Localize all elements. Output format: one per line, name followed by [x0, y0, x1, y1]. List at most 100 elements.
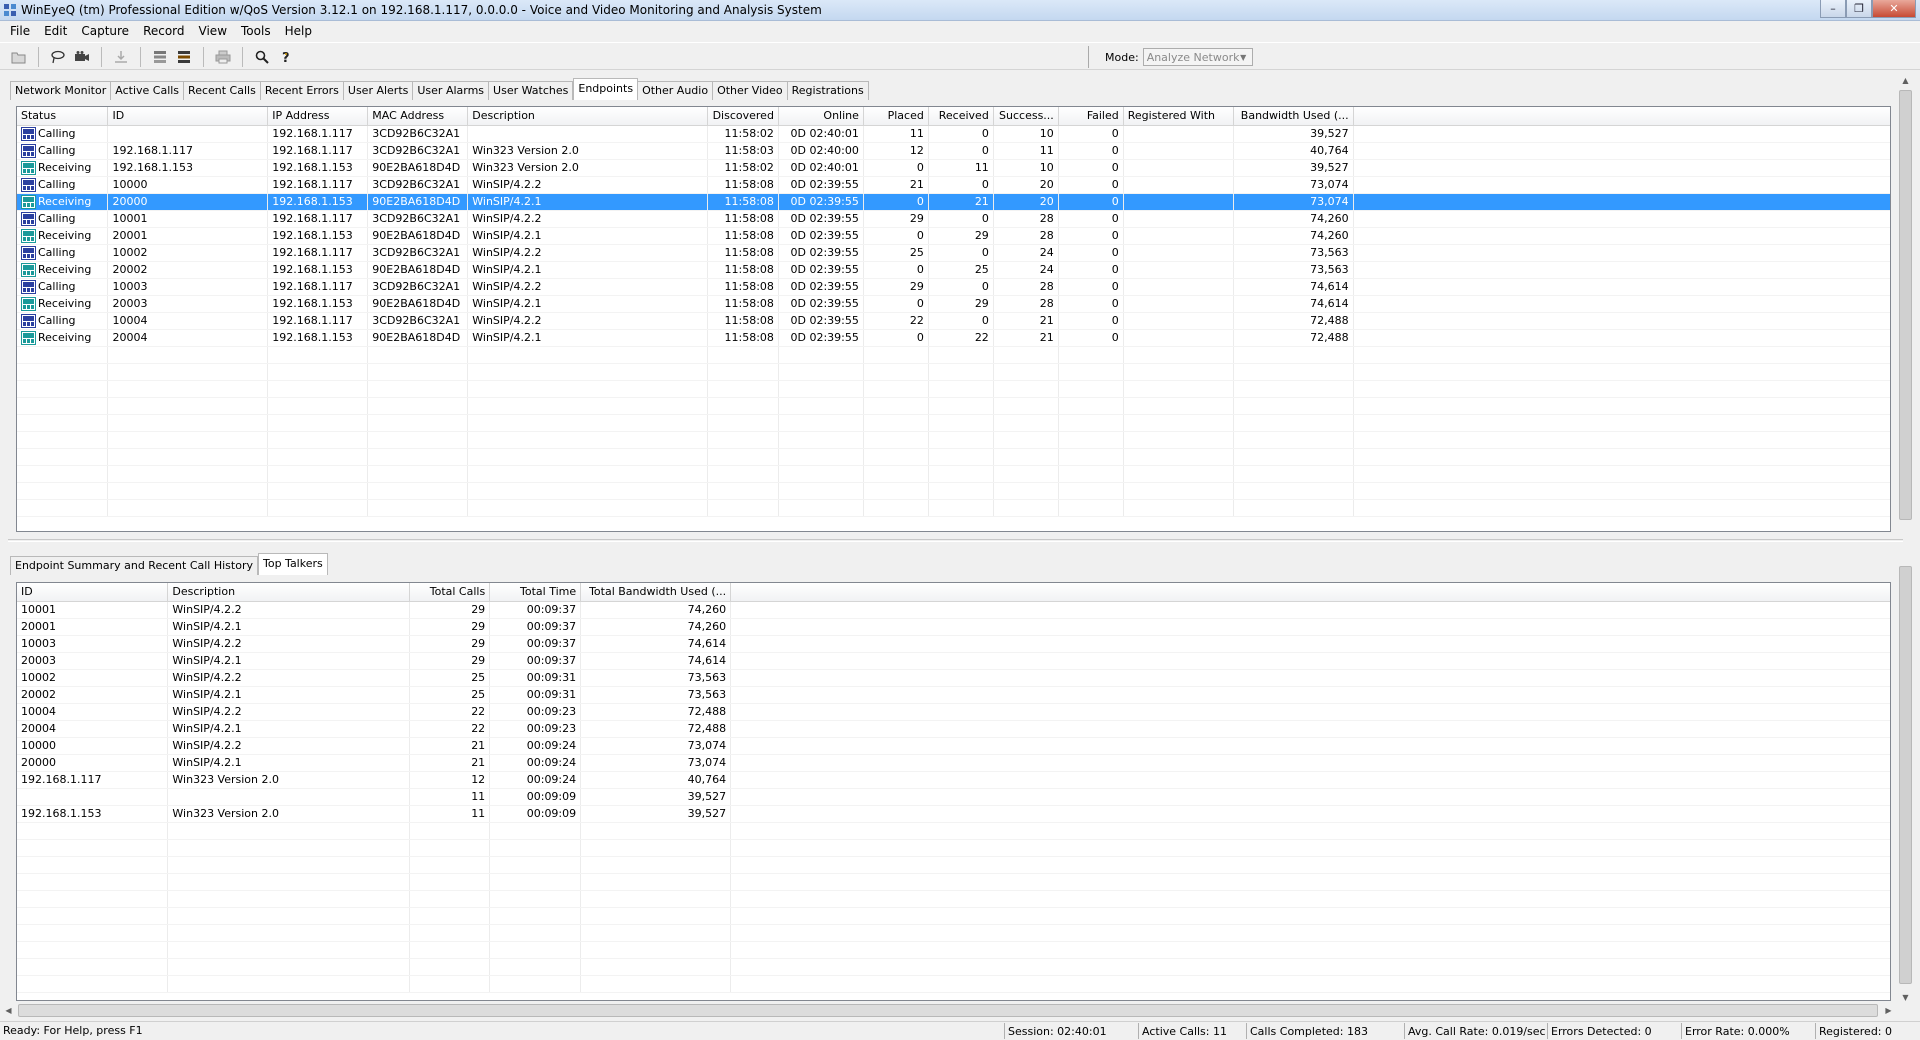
column-header-ip-address[interactable]: IP Address: [267, 107, 369, 126]
column-header-total-calls[interactable]: Total Calls: [409, 583, 491, 602]
cell-mac-address: 90E2BA618D4D: [367, 261, 469, 279]
table-row[interactable]: Calling 192.168.1.117 3CD92B6C32A1 11:58:02…: [17, 125, 1890, 143]
column-header-placed[interactable]: Placed: [863, 107, 929, 126]
stack-alt-icon[interactable]: [173, 47, 195, 67]
tab-user-alerts[interactable]: User Alerts: [343, 81, 414, 100]
column-header-description[interactable]: Description: [467, 107, 708, 126]
tab-endpoint-summary-and-recent-call-history[interactable]: Endpoint Summary and Recent Call History: [10, 556, 258, 575]
tab-user-alarms[interactable]: User Alarms: [413, 81, 490, 100]
column-header-success[interactable]: Success...: [993, 107, 1059, 126]
column-header-id[interactable]: ID: [17, 583, 169, 602]
scroll-right-icon[interactable]: ▶: [1880, 1002, 1897, 1019]
maximize-button[interactable]: ❐: [1846, 0, 1872, 18]
minimize-button[interactable]: –: [1820, 0, 1846, 18]
magnifier-icon[interactable]: [251, 47, 273, 67]
menu-record[interactable]: Record: [136, 24, 191, 38]
top-talkers-list[interactable]: ID Description Total Calls Total Time Total …: [16, 582, 1891, 1001]
table-row[interactable]: Calling 192.168.1.117 192.168.1.117 3CD92B6…: [17, 142, 1890, 160]
column-header-discovered[interactable]: Discovered: [707, 107, 779, 126]
table-row[interactable]: Receiving 192.168.1.153 192.168.1.153 90E2B…: [17, 159, 1890, 177]
menu-file[interactable]: File: [3, 24, 37, 38]
table-row[interactable]: 20000 WinSIP/4.2.1 21 00:09:24 73,074: [17, 754, 1890, 772]
tab-recent-errors[interactable]: Recent Errors: [260, 81, 344, 100]
tab-network-monitor[interactable]: Network Monitor: [10, 81, 112, 100]
tab-registrations[interactable]: Registrations: [787, 81, 869, 100]
table-row[interactable]: 10003 WinSIP/4.2.2 29 00:09:37 74,614: [17, 635, 1890, 653]
lasso-icon[interactable]: [47, 47, 69, 67]
table-row[interactable]: Calling 10002 192.168.1.117 3CD92B6C32A1 Win…: [17, 244, 1890, 262]
table-row[interactable]: 20002 WinSIP/4.2.1 25 00:09:31 73,563: [17, 686, 1890, 704]
table-row[interactable]: 10001 WinSIP/4.2.2 29 00:09:37 74,260: [17, 601, 1890, 619]
scroll-up-icon[interactable]: ▲: [1897, 72, 1914, 89]
table-row[interactable]: 20003 WinSIP/4.2.1 29 00:09:37 74,614: [17, 652, 1890, 670]
tab-user-watches[interactable]: User Watches: [489, 81, 574, 100]
tab-other-audio[interactable]: Other Audio: [638, 81, 714, 100]
table-row[interactable]: Calling 10004 192.168.1.117 3CD92B6C32A1 Win…: [17, 312, 1890, 330]
menu-help[interactable]: Help: [278, 24, 319, 38]
tab-endpoints[interactable]: Endpoints: [573, 78, 639, 100]
cell-description: WinSIP/4.2.2: [167, 737, 411, 755]
scroll-thumb[interactable]: [1899, 566, 1912, 984]
menu-capture[interactable]: Capture: [74, 24, 136, 38]
scroll-down-icon[interactable]: ▼: [1897, 989, 1914, 1006]
table-row[interactable]: Calling 10003 192.168.1.117 3CD92B6C32A1 Win…: [17, 278, 1890, 296]
menu-view[interactable]: View: [192, 24, 234, 38]
close-button[interactable]: ✕: [1872, 0, 1916, 18]
pane-splitter[interactable]: [8, 539, 1903, 542]
menu-tools[interactable]: Tools: [234, 24, 278, 38]
column-header-id[interactable]: ID: [107, 107, 269, 126]
table-row[interactable]: Calling 10001 192.168.1.117 3CD92B6C32A1 Win…: [17, 210, 1890, 228]
stack-icon[interactable]: [149, 47, 171, 67]
table-row[interactable]: 10004 WinSIP/4.2.2 22 00:09:23 72,488: [17, 703, 1890, 721]
tab-other-video[interactable]: Other Video: [713, 81, 788, 100]
tab-top-talkers[interactable]: Top Talkers: [257, 553, 328, 575]
table-row[interactable]: Receiving 20002 192.168.1.153 90E2BA618D4D W…: [17, 261, 1890, 279]
endpoints-list[interactable]: Status ID IP Address MAC Address Description…: [16, 106, 1891, 532]
empty-cell: [489, 924, 582, 942]
mode-select[interactable]: Analyze Network ▼: [1142, 48, 1253, 66]
download-icon[interactable]: [110, 47, 132, 67]
column-header-mac-address[interactable]: MAC Address: [367, 107, 469, 126]
table-row[interactable]: Calling 10000 192.168.1.117 3CD92B6C32A1 Win…: [17, 176, 1890, 194]
table-row[interactable]: Receiving 20003 192.168.1.153 90E2BA618D4D W…: [17, 295, 1890, 313]
table-row[interactable]: Receiving 20000 192.168.1.153 90E2BA618D4D W…: [17, 193, 1890, 211]
table-row[interactable]: 20004 WinSIP/4.2.1 22 00:09:23 72,488: [17, 720, 1890, 738]
cell-total-bandwidth-used: 74,260: [580, 618, 732, 636]
scroll-thumb[interactable]: [1899, 90, 1912, 520]
table-row[interactable]: 11 00:09:09 39,527: [17, 788, 1890, 806]
table-row[interactable]: 192.168.1.153 Win323 Version 2.0 11 00:09:0…: [17, 805, 1890, 823]
table-row[interactable]: 10000 WinSIP/4.2.2 21 00:09:24 73,074: [17, 737, 1890, 755]
tab-active-calls[interactable]: Active Calls: [111, 81, 185, 100]
column-header-online[interactable]: Online: [778, 107, 864, 126]
table-row[interactable]: 192.168.1.117 Win323 Version 2.0 12 00:09:2…: [17, 771, 1890, 789]
camera-icon[interactable]: [71, 47, 93, 67]
column-header-status[interactable]: Status: [17, 107, 109, 126]
column-header-registered-with[interactable]: Registered With: [1123, 107, 1234, 126]
column-header-received[interactable]: Received: [928, 107, 994, 126]
table-row[interactable]: 20001 WinSIP/4.2.1 29 00:09:37 74,260: [17, 618, 1890, 636]
filler-cell: [730, 669, 1890, 687]
help-icon[interactable]: ?: [275, 47, 297, 67]
tab-recent-calls[interactable]: Recent Calls: [184, 81, 261, 100]
cell-discovered: 11:58:02: [707, 159, 779, 177]
column-header-description[interactable]: Description: [167, 583, 411, 602]
chevron-down-icon[interactable]: ▼: [1237, 51, 1250, 63]
cell-success: 28: [993, 210, 1059, 228]
open-folder-icon[interactable]: [8, 47, 30, 67]
scroll-left-icon[interactable]: ◀: [0, 1002, 17, 1019]
column-header-total-time[interactable]: Total Time: [489, 583, 582, 602]
print-icon[interactable]: [212, 47, 234, 67]
table-row[interactable]: Receiving 20004 192.168.1.153 90E2BA618D4D W…: [17, 329, 1890, 347]
column-header-total-bandwidth-used[interactable]: Total Bandwidth Used (...: [580, 583, 732, 602]
table-row[interactable]: 10002 WinSIP/4.2.2 25 00:09:31 73,563: [17, 669, 1890, 687]
column-header-failed[interactable]: Failed: [1058, 107, 1124, 126]
table-row[interactable]: Receiving 20001 192.168.1.153 90E2BA618D4D W…: [17, 227, 1890, 245]
column-header-bandwidth-used[interactable]: Bandwidth Used (...: [1233, 107, 1354, 126]
bottom-vertical-scrollbar[interactable]: ▼: [1897, 546, 1914, 1006]
cell-online: 0D 02:39:55: [778, 278, 864, 296]
empty-cell: [1058, 346, 1124, 364]
scroll-thumb[interactable]: [18, 1004, 1878, 1017]
top-vertical-scrollbar[interactable]: ▲: [1897, 72, 1914, 540]
menu-edit[interactable]: Edit: [37, 24, 74, 38]
horizontal-scrollbar[interactable]: ◀ ▶: [0, 1002, 1897, 1019]
